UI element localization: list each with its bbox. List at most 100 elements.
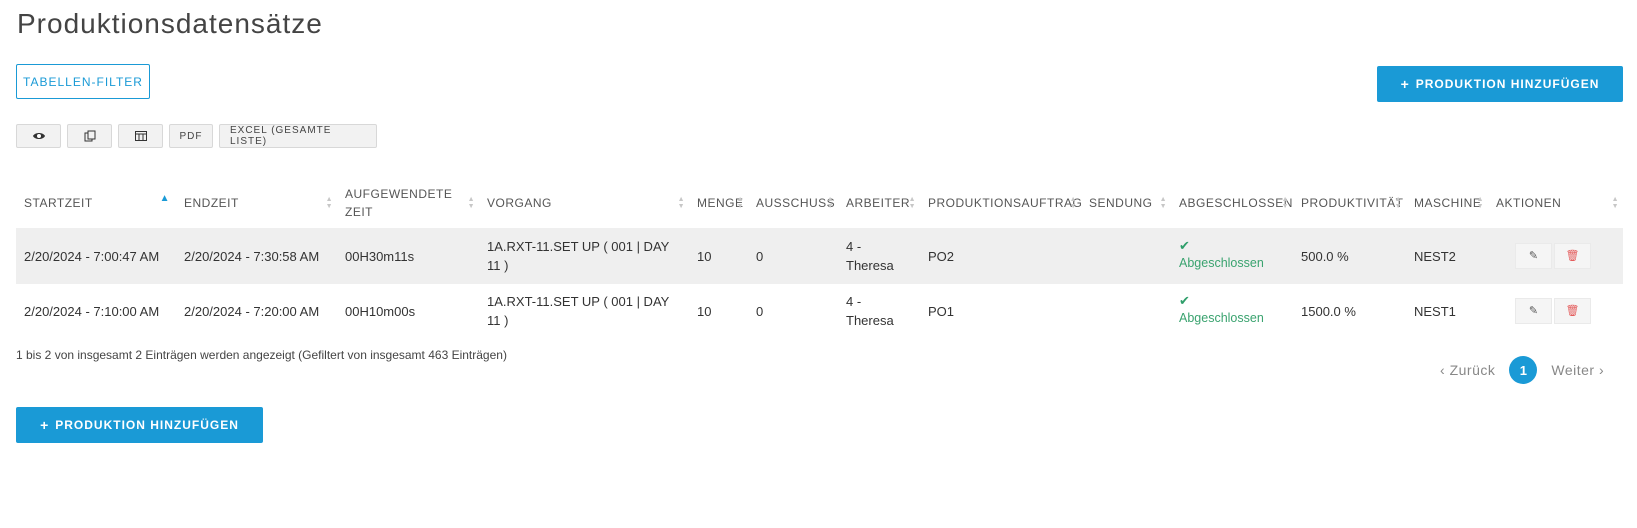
edit-button[interactable]: ✎ <box>1515 298 1552 324</box>
sort-icon: ▲ ▼ <box>1069 196 1077 210</box>
delete-button[interactable]: 🗑 <box>1554 298 1591 324</box>
sort-icon: ▲ ▼ <box>1394 196 1402 210</box>
cell-end[interactable]: 2/20/2024 - 7:20:00 AM <box>176 284 337 338</box>
cell-order: PO1 <box>920 284 1081 338</box>
edit-icon: ✎ <box>1528 249 1539 262</box>
add-production-button-bottom[interactable]: + PRODUKTION HINZUFÜGEN <box>16 407 263 443</box>
plus-icon: + <box>1400 76 1410 92</box>
pagination-page-current[interactable]: 1 <box>1509 356 1538 384</box>
column-header-abgeschlossen[interactable]: ABGESCHLOSSEN ▲ ▼ <box>1171 178 1293 228</box>
edit-button[interactable]: ✎ <box>1515 243 1552 269</box>
prev-label: Zurück <box>1449 362 1496 378</box>
sort-ascending-icon: ▲ <box>159 193 170 204</box>
column-label: PRODUKTIVITÄT <box>1301 196 1404 210</box>
cell-operation: 1A.RXT-11.SET UP ( 001 | DAY 11 ) <box>479 228 689 284</box>
cell-machine: NEST2 <box>1406 228 1488 284</box>
sort-icon: ▲ ▼ <box>908 196 916 210</box>
pagination-next[interactable]: Weiter › <box>1551 362 1604 378</box>
column-header-aktionen[interactable]: AKTIONEN ▲ ▼ <box>1488 178 1623 228</box>
trash-icon: 🗑 <box>1565 304 1580 317</box>
column-header-ausschuss[interactable]: AUSSCHUSS ▲ ▼ <box>748 178 838 228</box>
column-header-sendung[interactable]: SENDUNG ▲ ▼ <box>1081 178 1171 228</box>
column-header-maschine[interactable]: MASCHINE ▲ ▼ <box>1406 178 1488 228</box>
eye-icon <box>32 133 45 139</box>
column-label: ABGESCHLOSSEN <box>1179 196 1293 210</box>
add-production-button-top[interactable]: + PRODUKTION HINZUFÜGEN <box>1377 66 1623 102</box>
add-production-label: PRODUKTION HINZUFÜGEN <box>55 418 239 432</box>
plus-icon: + <box>40 417 50 433</box>
cell-worker: 4 - Theresa <box>838 284 920 338</box>
column-label: AUSSCHUSS <box>756 196 836 210</box>
cell-scrap: 0 <box>748 228 838 284</box>
chevron-left-icon: ‹ <box>1440 362 1446 378</box>
sort-icon: ▲ ▼ <box>1611 196 1619 210</box>
check-icon: ✔ <box>1179 293 1190 308</box>
trash-icon: 🗑 <box>1565 249 1580 262</box>
sort-icon: ▲ ▼ <box>1281 196 1289 210</box>
columns-button[interactable] <box>118 124 163 148</box>
row-actions: ✎ 🗑 <box>1515 243 1615 269</box>
check-icon: ✔ <box>1179 238 1190 253</box>
column-label: MASCHINE <box>1414 196 1482 210</box>
column-header-endzeit[interactable]: ENDZEIT ▲ ▼ <box>176 178 337 228</box>
cell-operation: 1A.RXT-11.SET UP ( 001 | DAY 11 ) <box>479 284 689 338</box>
column-header-produktionsauftrag[interactable]: PRODUKTIONSAUFTRAG ▲ ▼ <box>920 178 1081 228</box>
pagination-prev[interactable]: ‹ Zurück <box>1440 362 1495 378</box>
table-row: 2/20/2024 - 7:00:47 AM 2/20/2024 - 7:30:… <box>16 228 1623 284</box>
edit-icon: ✎ <box>1528 304 1539 317</box>
column-label: AUFGEWENDETE ZEIT <box>345 187 453 219</box>
column-header-startzeit[interactable]: STARTZEIT ▲ <box>16 178 176 228</box>
export-toolbar: PDF EXCEL (GESAMTE LISTE) <box>16 124 377 148</box>
visibility-toggle-button[interactable] <box>16 124 61 148</box>
chevron-right-icon: › <box>1598 362 1605 378</box>
table-row: 2/20/2024 - 7:10:00 AM 2/20/2024 - 7:20:… <box>16 284 1623 338</box>
cell-completed: ✔ Abgeschlossen <box>1171 284 1293 338</box>
completed-status: Abgeschlossen <box>1179 311 1264 325</box>
cell-actions: ✎ 🗑 <box>1488 284 1623 338</box>
column-header-aufgewendete-zeit[interactable]: AUFGEWENDETE ZEIT ▲ ▼ <box>337 178 479 228</box>
cell-scrap: 0 <box>748 284 838 338</box>
column-label: STARTZEIT <box>24 196 93 210</box>
copy-button[interactable] <box>67 124 112 148</box>
add-production-label: PRODUKTION HINZUFÜGEN <box>1415 77 1600 91</box>
cell-quantity: 10 <box>689 228 748 284</box>
cell-worker: 4 - Theresa <box>838 228 920 284</box>
sort-icon: ▲ ▼ <box>1159 196 1167 210</box>
sort-icon: ▲ ▼ <box>325 196 333 210</box>
column-label: ENDZEIT <box>184 196 239 210</box>
sort-icon: ▲ ▼ <box>1476 196 1484 210</box>
delete-button[interactable]: 🗑 <box>1554 243 1591 269</box>
cell-duration: 00H10m00s <box>337 284 479 338</box>
columns-icon <box>134 131 147 141</box>
cell-productivity: 500.0 % <box>1293 228 1406 284</box>
cell-start[interactable]: 2/20/2024 - 7:10:00 AM <box>16 284 176 338</box>
excel-export-button[interactable]: EXCEL (GESAMTE LISTE) <box>219 124 377 148</box>
column-label: PRODUKTIONSAUFTRAG <box>928 196 1081 210</box>
row-actions: ✎ 🗑 <box>1515 298 1615 324</box>
column-label: VORGANG <box>487 196 552 210</box>
cell-quantity: 10 <box>689 284 748 338</box>
page-title: Produktionsdatensätze <box>17 8 323 39</box>
pdf-export-button[interactable]: PDF <box>169 124 213 148</box>
column-header-produktivitaet[interactable]: PRODUKTIVITÄT ▲ ▼ <box>1293 178 1406 228</box>
sort-icon: ▲ ▼ <box>826 196 834 210</box>
cell-machine: NEST1 <box>1406 284 1488 338</box>
production-table: STARTZEIT ▲ ENDZEIT ▲ ▼ AUFGEWENDETE ZEIT ▲ ▼… <box>16 178 1623 338</box>
column-label: SENDUNG <box>1089 196 1153 210</box>
column-header-arbeiter[interactable]: ARBEITER ▲ ▼ <box>838 178 920 228</box>
cell-end[interactable]: 2/20/2024 - 7:30:58 AM <box>176 228 337 284</box>
completed-status: Abgeschlossen <box>1179 256 1264 270</box>
cell-shipment <box>1081 228 1171 284</box>
copy-icon <box>84 130 95 142</box>
cell-order: PO2 <box>920 228 1081 284</box>
cell-actions: ✎ 🗑 <box>1488 228 1623 284</box>
table-header-row: STARTZEIT ▲ ENDZEIT ▲ ▼ AUFGEWENDETE ZEIT ▲ ▼… <box>16 178 1623 228</box>
cell-shipment <box>1081 284 1171 338</box>
table-filter-button[interactable]: TABELLEN-FILTER <box>16 64 150 99</box>
column-header-menge[interactable]: MENGE ▲ ▼ <box>689 178 748 228</box>
column-header-vorgang[interactable]: VORGANG ▲ ▼ <box>479 178 689 228</box>
pagination: ‹ Zurück 1 Weiter › <box>1440 356 1604 384</box>
sort-icon: ▲ ▼ <box>677 196 685 210</box>
cell-start[interactable]: 2/20/2024 - 7:00:47 AM <box>16 228 176 284</box>
column-label: AKTIONEN <box>1496 196 1562 210</box>
